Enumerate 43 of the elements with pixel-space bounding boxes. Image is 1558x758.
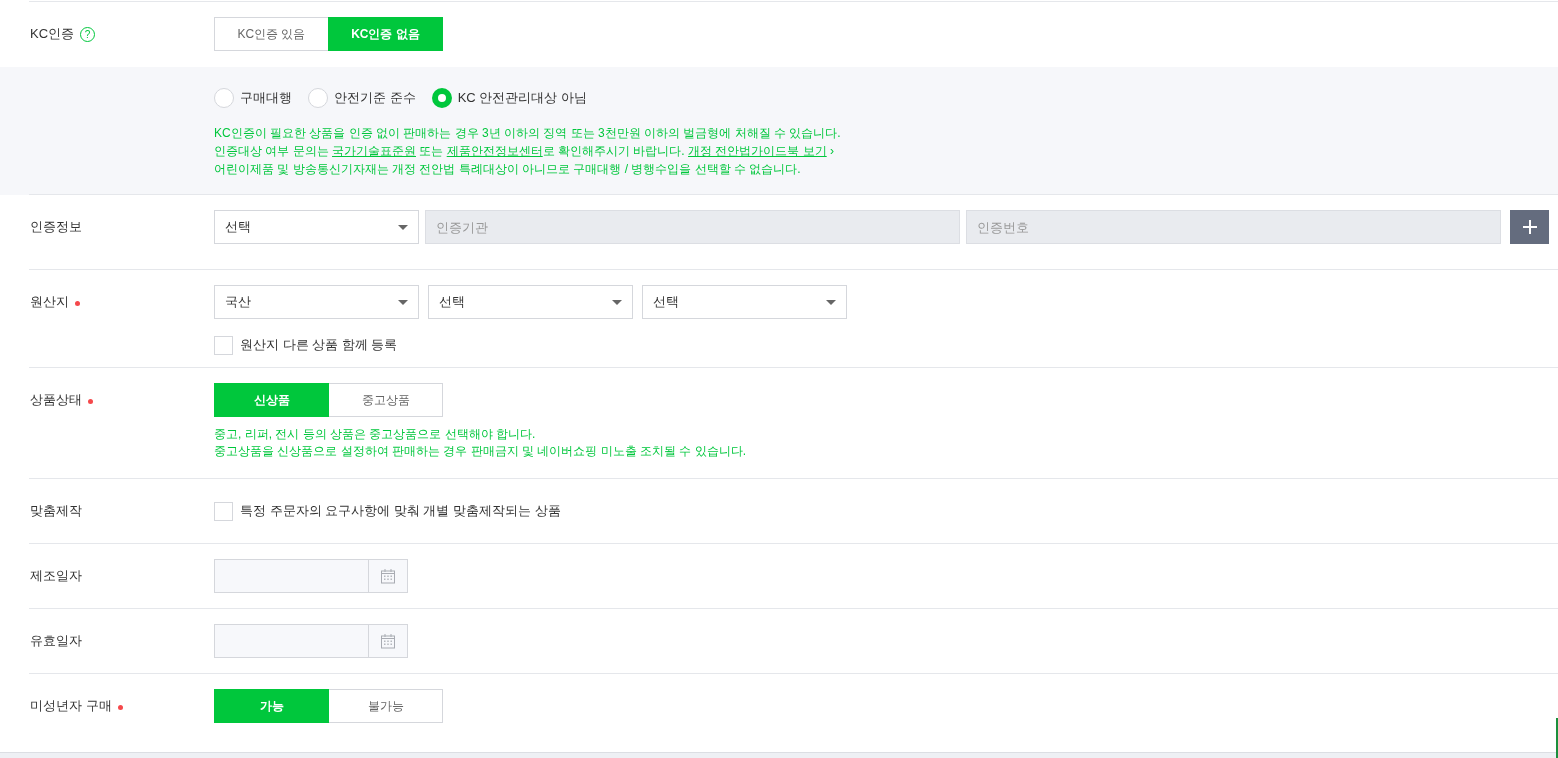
checkbox[interactable] (214, 335, 233, 355)
date-input[interactable] (214, 559, 369, 593)
calendar-icon (380, 633, 396, 649)
select-dropdown[interactable]: 선택 (428, 285, 633, 319)
checkbox-label[interactable]: 원산지 다른 상품 함께 등록 (240, 335, 398, 355)
field-label: 원산지 (30, 293, 69, 312)
calendar-button[interactable] (369, 624, 408, 658)
field-label: 맞춤제작 (30, 502, 82, 521)
radio-button[interactable] (214, 88, 234, 108)
checkbox[interactable] (214, 501, 233, 521)
notice-text: 중고상품을 신상품으로 설정하여 판매하는 경우 판매금지 및 네이버쇼핑 미노출 조치될 수 있습니다. (214, 443, 747, 460)
caret-icon (612, 299, 622, 305)
field-label: 제조일자 (30, 567, 82, 586)
select-dropdown[interactable]: 선택 (642, 285, 847, 319)
field-label: 미성년자 구매 (30, 697, 112, 716)
add-button[interactable] (1510, 210, 1549, 244)
notice-text: 중고, 리퍼, 전시 등의 상품은 중고상품으로 선택해야 합니다. (214, 426, 537, 443)
radio-label[interactable]: KC 안전관리대상 아님 (457, 88, 587, 108)
caret-icon (826, 299, 836, 305)
calendar-icon (380, 568, 396, 584)
notice-text: 인증대상 여부 문의는 국가기술표준원 또는 제품안전정보센터 로 확인해주시기 바랍니다. 개정 전안법가이드북 보기 › (214, 143, 836, 160)
calendar-button[interactable] (369, 559, 408, 593)
caret-icon (398, 299, 408, 305)
checkbox-label[interactable]: 특정 주문자의 요구사항에 맞춰 개별 맞춤제작되는 상품 (240, 501, 561, 521)
radio-label[interactable]: 안전기준 준수 (334, 88, 416, 108)
field-label: 유효일자 (30, 632, 82, 651)
field-label: 상품상태 (30, 391, 82, 410)
edge-bar (1556, 718, 1558, 758)
field-label: KC인증 (30, 25, 75, 44)
notice-text: KC인증이 필요한 상품을 인증 없이 판매하는 경우 3년 이하의 징역 또는 3천만원 이하의 벌금형에 처해질 수 있습니다. (214, 125, 842, 142)
toggle-option[interactable]: KC인증 있음 (214, 17, 329, 51)
radio-button[interactable] (431, 88, 452, 108)
select-dropdown[interactable]: 국산 (214, 285, 419, 319)
radio-label[interactable]: 구매대행 (240, 88, 292, 108)
caret-icon (398, 224, 408, 230)
toggle-option[interactable]: 불가능 (328, 689, 443, 723)
radio-button[interactable] (308, 88, 328, 108)
toggle-option[interactable]: 중고상품 (328, 383, 443, 417)
field-label: 인증정보 (30, 218, 82, 237)
plus-icon (1522, 220, 1537, 234)
notice-text: 어린이제품 및 방송통신기자재는 개정 전안법 특례대상이 아니므로 구매대행 / 병행수입을 선택할 수 없습니다. (214, 161, 802, 178)
select-dropdown[interactable]: 선택 (214, 210, 419, 244)
date-input[interactable] (214, 624, 369, 658)
